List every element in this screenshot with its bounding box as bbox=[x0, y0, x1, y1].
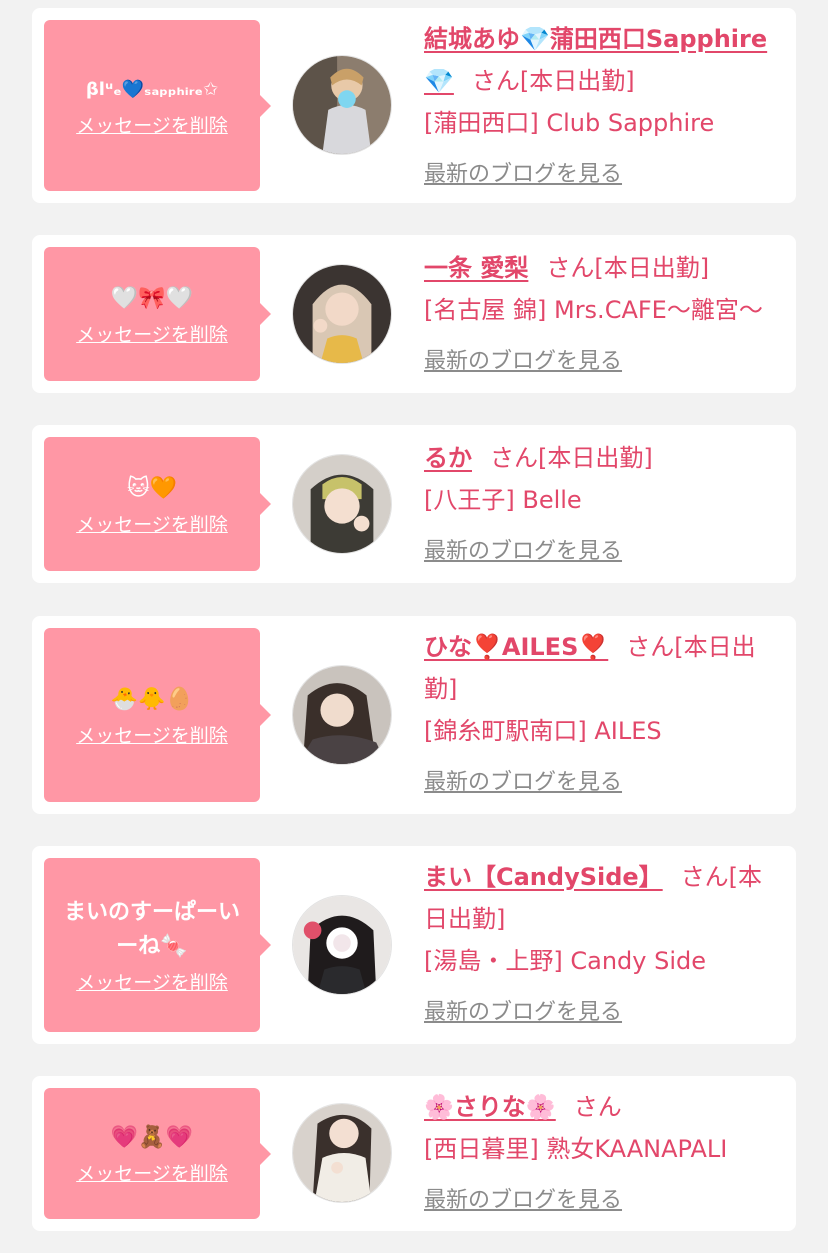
latest-blog-link[interactable]: 最新のブログを見る bbox=[424, 1180, 622, 1222]
avatar[interactable] bbox=[292, 1103, 392, 1203]
cast-status: さん[本日出勤] bbox=[471, 67, 635, 95]
message-bubble: 🤍🎀🤍 メッセージを削除 bbox=[44, 247, 271, 381]
latest-blog-link[interactable]: 最新のブログを見る bbox=[424, 341, 622, 383]
delete-message-link[interactable]: メッセージを削除 bbox=[76, 111, 228, 138]
avatar[interactable] bbox=[292, 895, 392, 995]
cast-name-link[interactable]: るか bbox=[424, 444, 472, 472]
avatar-photo bbox=[293, 1104, 391, 1202]
avatar-photo bbox=[293, 455, 391, 553]
cast-info: 結城あゆ💎蒲田西口Sapphire💎 さん[本日出勤] [蒲田西口] Club S… bbox=[424, 18, 782, 196]
cast-status: さん[本日出勤] bbox=[490, 444, 653, 472]
delete-message-link[interactable]: メッセージを削除 bbox=[76, 1159, 228, 1186]
cast-status: さん bbox=[573, 1093, 622, 1121]
delete-message-link[interactable]: メッセージを削除 bbox=[76, 968, 228, 995]
avatar[interactable] bbox=[292, 55, 392, 155]
shop-name: [八王子] Belle bbox=[424, 486, 582, 514]
cast-name-link[interactable]: 一条 愛梨 bbox=[424, 254, 528, 282]
avatar[interactable] bbox=[292, 665, 392, 765]
cast-name-link[interactable]: 🌸さりな🌸 bbox=[424, 1093, 556, 1121]
shop-name: [錦糸町駅南口] AILES bbox=[424, 717, 662, 745]
cast-info: 一条 愛梨 さん[本日出勤] [名古屋 錦] Mrs.CAFE〜離宮〜 最新のブロ… bbox=[424, 247, 782, 383]
latest-blog-link[interactable]: 最新のブログを見る bbox=[424, 992, 622, 1034]
latest-blog-link[interactable]: 最新のブログを見る bbox=[424, 154, 622, 196]
avatar-photo bbox=[293, 666, 391, 764]
message-text: 💗🧸💗 bbox=[110, 1125, 194, 1150]
cast-info: まい【CandySide】 さん[本日出勤] [湯島・上野] Candy Side… bbox=[424, 856, 782, 1034]
favorite-card: 🐱🧡 メッセージを削除 るか さん[本日出勤] [八王子] Belle 最新のブロ… bbox=[32, 425, 796, 583]
avatar-photo bbox=[293, 265, 391, 363]
shop-name: [西日暮里] 熟女KAANAPALI bbox=[424, 1135, 728, 1163]
cast-name-link[interactable]: まい【CandySide】 bbox=[424, 863, 663, 891]
avatar-photo bbox=[293, 56, 391, 154]
favorite-card: βlᵘₑ💙ₛₐₚₚₕᵢᵣₑ✩ メッセージを削除 結城あゆ💎蒲田西口Sapphir… bbox=[32, 8, 796, 203]
avatar-photo bbox=[293, 896, 391, 994]
shop-name: [湯島・上野] Candy Side bbox=[424, 947, 706, 975]
message-bubble: 💗🧸💗 メッセージを削除 bbox=[44, 1088, 271, 1219]
cast-info: 🌸さりな🌸 さん [西日暮里] 熟女KAANAPALI 最新のブログを見る bbox=[424, 1086, 782, 1222]
delete-message-link[interactable]: メッセージを削除 bbox=[76, 721, 228, 748]
message-bubble: まいのすーぱーいーね🍬 メッセージを削除 bbox=[44, 858, 271, 1032]
favorite-card: 🤍🎀🤍 メッセージを削除 一条 愛梨 さん[本日出勤] [名古屋 錦] Mrs.C… bbox=[32, 235, 796, 393]
cast-info: ひな❣️AILES❣️ さん[本日出勤] [錦糸町駅南口] AILES 最新のブロ… bbox=[424, 626, 782, 804]
cast-name-link[interactable]: ひな❣️AILES❣️ bbox=[424, 633, 608, 661]
favorite-card: 🐣🐥🥚 メッセージを削除 ひな❣️AILES❣️ さん[本日出勤] [錦糸町駅南口… bbox=[32, 616, 796, 814]
favorite-card: 💗🧸💗 メッセージを削除 🌸さりな🌸 さん [西日暮里] 熟女KAANAPALI … bbox=[32, 1076, 796, 1231]
avatar[interactable] bbox=[292, 454, 392, 554]
delete-message-link[interactable]: メッセージを削除 bbox=[76, 320, 228, 347]
favorite-card: まいのすーぱーいーね🍬 メッセージを削除 まい【CandySide】 さん[本日出… bbox=[32, 846, 796, 1044]
shop-name: [名古屋 錦] Mrs.CAFE〜離宮〜 bbox=[424, 296, 763, 324]
message-text: まいのすーぱーいーね🍬 bbox=[63, 899, 240, 959]
message-bubble: 🐣🐥🥚 メッセージを削除 bbox=[44, 628, 271, 802]
delete-message-link[interactable]: メッセージを削除 bbox=[76, 510, 228, 537]
latest-blog-link[interactable]: 最新のブログを見る bbox=[424, 531, 622, 573]
message-text: 🐣🐥🥚 bbox=[110, 686, 194, 712]
message-text: 🤍🎀🤍 bbox=[110, 285, 194, 311]
avatar[interactable] bbox=[292, 264, 392, 364]
message-text: βlᵘₑ💙ₛₐₚₚₕᵢᵣₑ✩ bbox=[85, 79, 219, 100]
message-text: 🐱🧡 bbox=[126, 475, 178, 501]
message-bubble: 🐱🧡 メッセージを削除 bbox=[44, 437, 271, 571]
shop-name: [蒲田西口] Club Sapphire bbox=[424, 109, 715, 137]
latest-blog-link[interactable]: 最新のブログを見る bbox=[424, 762, 622, 804]
message-bubble: βlᵘₑ💙ₛₐₚₚₕᵢᵣₑ✩ メッセージを削除 bbox=[44, 20, 271, 191]
cast-info: るか さん[本日出勤] [八王子] Belle 最新のブログを見る bbox=[424, 437, 782, 573]
cast-status: さん[本日出勤] bbox=[546, 254, 710, 282]
